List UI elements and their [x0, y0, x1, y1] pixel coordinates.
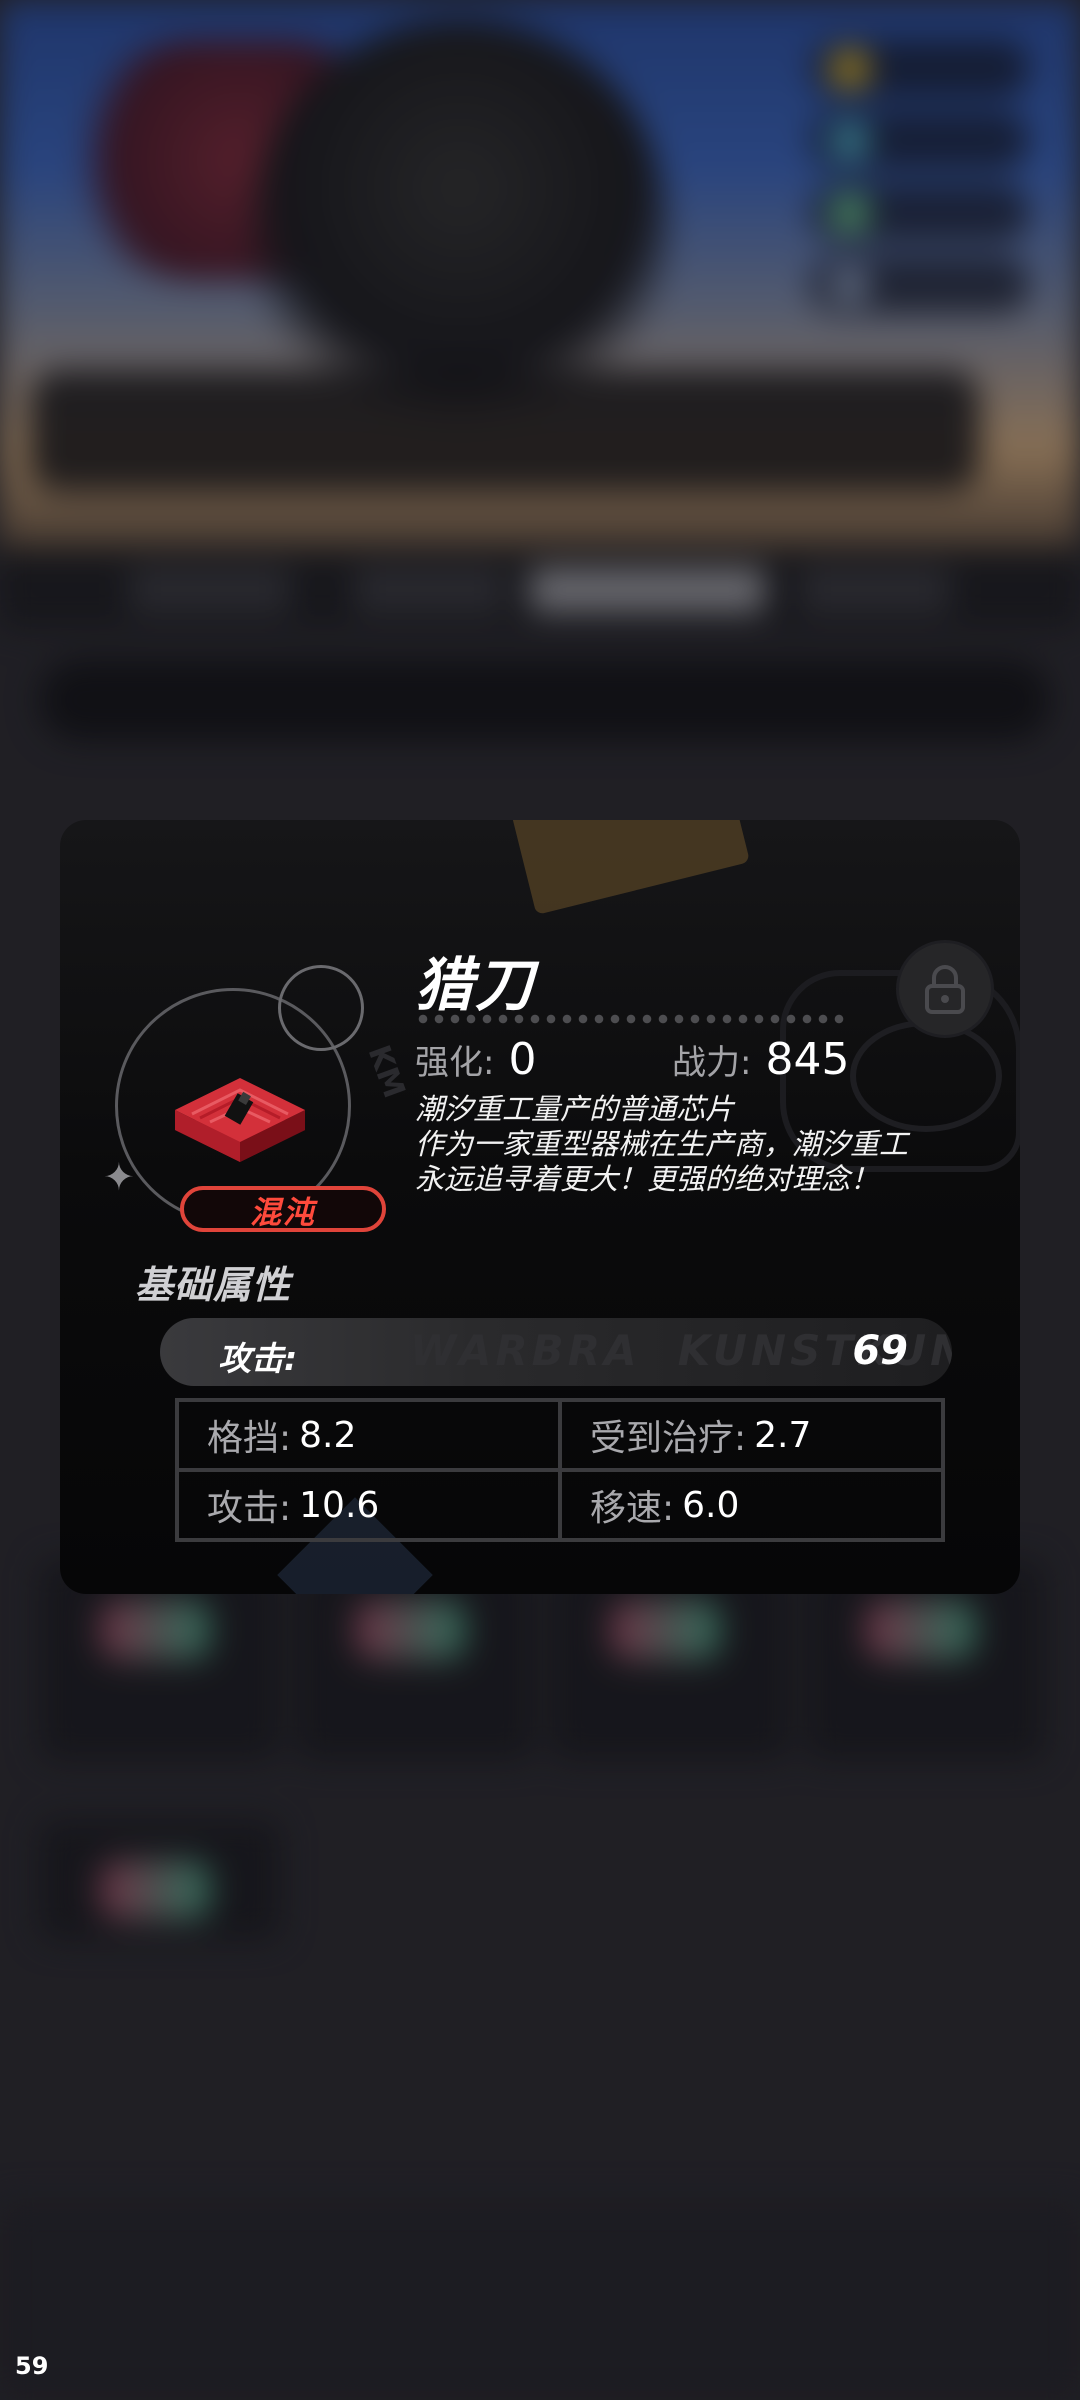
sparkle-icon: ✦ [103, 1155, 135, 1199]
sub-attribute-heal-received: 受到治疗: 2.7 [560, 1400, 943, 1470]
item-description: 潮汐重工量产的普通芯片 作为一家重型器械在生产商，潮汐重工 永远追寻着更大！更强… [415, 1092, 975, 1197]
sub-attribute-move-speed: 移速: 6.0 [560, 1470, 943, 1540]
rarity-badge: 混沌 [180, 1186, 386, 1232]
power-label: 战力: [672, 1043, 752, 1083]
sub-attribute-block: 格挡: 8.2 [177, 1400, 560, 1470]
enhance-label: 强化: [415, 1043, 495, 1083]
main-attribute-value: 69 [852, 1328, 908, 1374]
description-line: 作为一家重型器械在生产商，潮汐重工 [415, 1127, 909, 1161]
main-attribute-label: 攻击: [218, 1339, 298, 1378]
sub-attribute-attack: 攻击: 10.6 [177, 1470, 560, 1540]
power-stat: 战力: 845 [672, 1034, 849, 1085]
sub-attribute-value: 2.7 [754, 1414, 812, 1456]
sub-attribute-label: 受到治疗: [590, 1418, 747, 1459]
enhance-stat: 强化: 0 [415, 1034, 536, 1085]
red-chip-icon [175, 1078, 305, 1162]
base-attributes-title: 基础属性 [135, 1263, 292, 1307]
lock-button[interactable] [896, 940, 994, 1038]
sub-attributes-grid: 格挡: 8.2 受到治疗: 2.7 攻击: 10.6 移速: 6.0 [175, 1398, 945, 1542]
fps-counter: 59 [15, 2352, 49, 2380]
dotted-divider [415, 1013, 845, 1025]
sub-attribute-label: 攻击: [207, 1488, 292, 1529]
description-line: 永远追寻着更大！更强的绝对理念！ [415, 1162, 880, 1196]
description-line: 潮汐重工量产的普通芯片 [415, 1092, 735, 1126]
sub-attribute-label: 格挡: [207, 1418, 292, 1459]
enhance-value: 0 [508, 1034, 537, 1085]
lock-icon [925, 965, 965, 1014]
sub-attribute-value: 10.6 [299, 1484, 380, 1526]
sub-attribute-label: 移速: [590, 1488, 675, 1529]
rarity-label: 混沌 [250, 1194, 316, 1231]
sub-attribute-value: 6.0 [682, 1484, 740, 1526]
main-attribute-bar: WARBRA KUNSTKUNST 攻击: 69 [160, 1318, 952, 1386]
power-value: 845 [765, 1034, 850, 1085]
item-detail-panel: ✦ KM 混沌 猎刀 强化: 0 战力: 845 潮汐重工量产的普通芯片 作为一… [60, 820, 1020, 1594]
sub-attribute-value: 8.2 [299, 1414, 357, 1456]
item-ring-small [278, 965, 364, 1051]
panel-decoration [509, 820, 751, 915]
item-name: 猎刀 [415, 951, 536, 1019]
